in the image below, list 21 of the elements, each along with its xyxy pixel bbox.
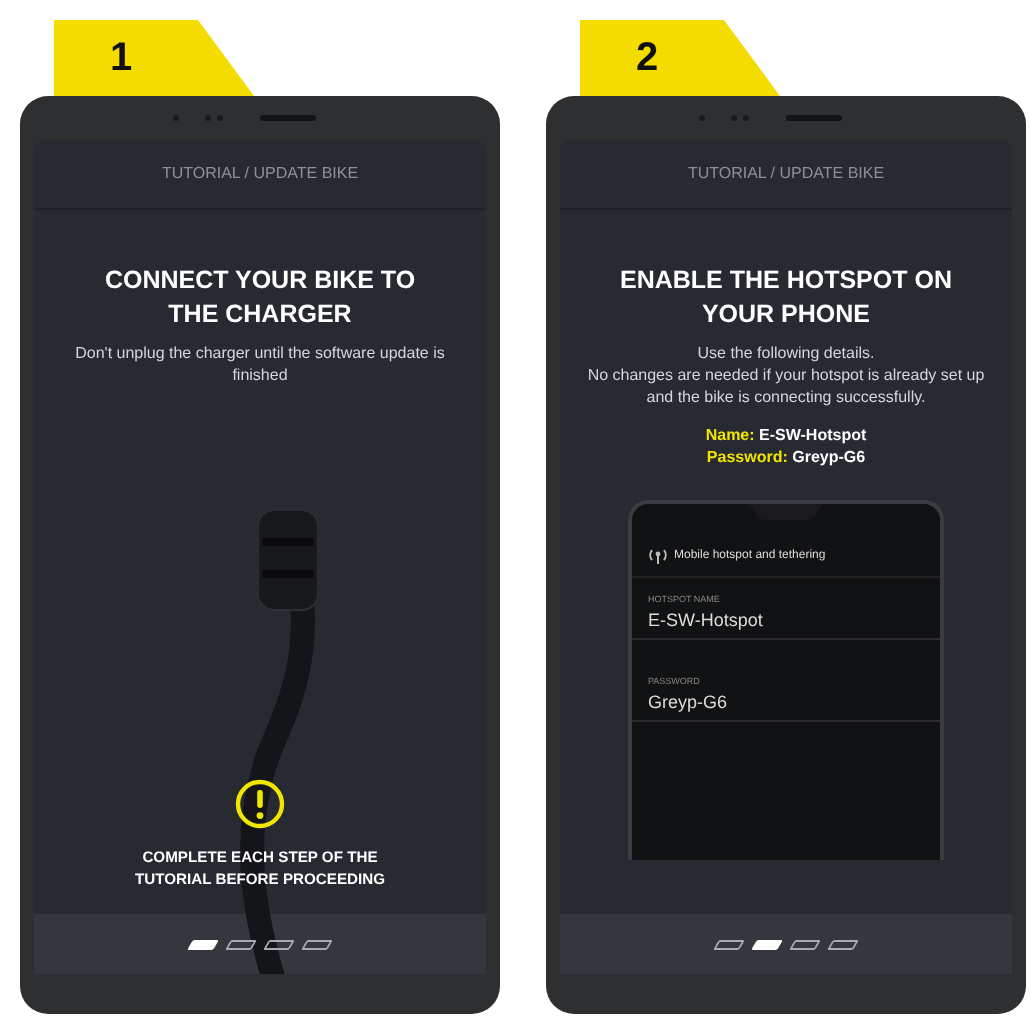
page-indicator[interactable] <box>225 939 257 949</box>
screen-title: CONNECT YOUR BIKE TO THE CHARGER <box>102 264 418 332</box>
screen-title: ENABLE THE HOTSPOT ON YOUR PHONE <box>618 264 954 332</box>
instruction-text: No changes are needed if your hotspot is already set up and the bike is connecting successfully. <box>585 364 987 408</box>
step-number-tag: 2 <box>580 20 780 96</box>
step-number-tag: 1 <box>54 20 254 96</box>
instruction-text: Don't unplug the charger until the software update is finished <box>73 342 447 386</box>
credential-line: Password: Greyp-G6 <box>706 448 866 468</box>
page-indicator[interactable] <box>263 939 295 949</box>
credential-line: Name: E-SW-Hotspot <box>705 426 867 446</box>
page-indicator[interactable] <box>713 939 745 949</box>
page-indicator[interactable] <box>827 939 859 949</box>
field-value: E-SW-Hotspot <box>648 610 765 630</box>
field-value: Greyp-G6 <box>648 692 730 712</box>
page-indicator[interactable] <box>301 939 333 949</box>
screen-header: TUTORIAL / UPDATE BIKE <box>34 140 486 210</box>
instruction-text: Use the following details. <box>695 342 877 364</box>
warning-icon <box>234 778 286 830</box>
hotspot-icon <box>648 548 668 564</box>
page-indicator[interactable] <box>789 939 821 949</box>
screen-header: TUTORIAL / UPDATE BIKE <box>560 140 1012 210</box>
